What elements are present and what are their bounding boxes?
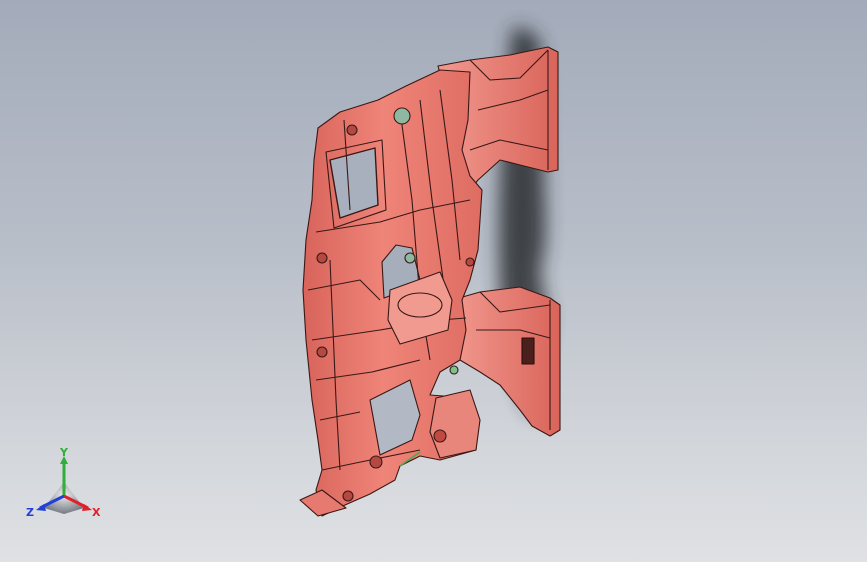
part-model[interactable] — [0, 0, 867, 562]
orientation-triad[interactable]: Y X Z — [24, 448, 104, 520]
lower-bracket — [429, 389, 481, 459]
z-axis-label: Z — [26, 506, 34, 519]
x-axis-label: X — [92, 506, 101, 519]
graphics-viewport[interactable]: Y X Z — [0, 0, 867, 562]
y-axis-label: Y — [59, 448, 69, 459]
